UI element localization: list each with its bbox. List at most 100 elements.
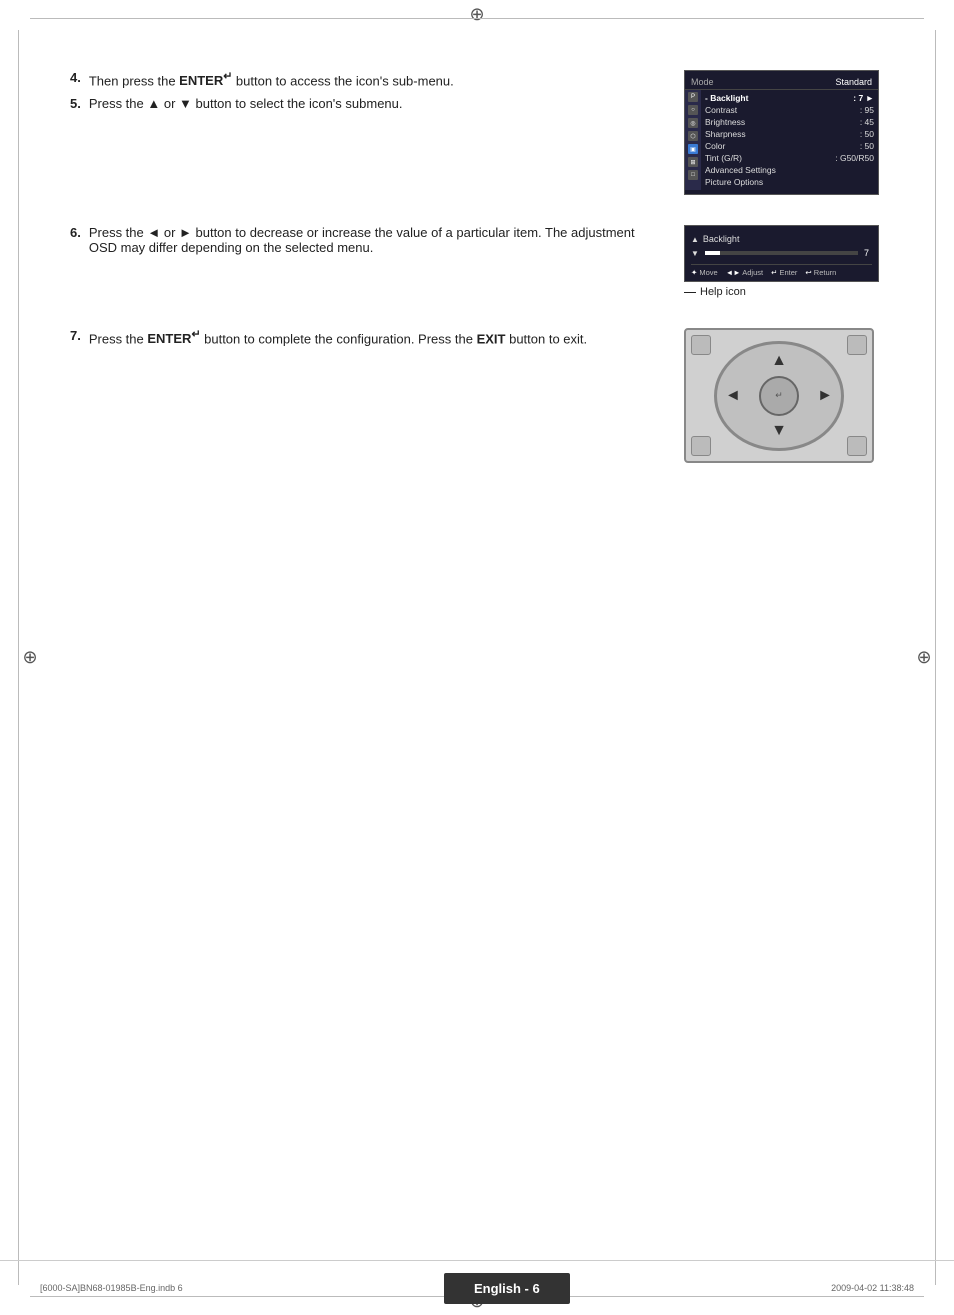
osd-icon-7: □ [688, 170, 698, 180]
step-6-body: Press the ◄ or ► button to decrease or i… [89, 225, 664, 255]
osd-contrast-value: : 95 [860, 105, 874, 115]
osd-brightness-value: : 45 [860, 117, 874, 127]
osd-sharpness-label: Sharpness [705, 129, 746, 139]
enter-bold-4: ENTER↵ [179, 73, 232, 88]
osd-menu-widget: Mode Standard P ○ ◎ ⬡ ▣ ⊞ □ [684, 70, 879, 195]
step-4-5-section: 4. Then press the ENTER↵ button to acces… [70, 70, 884, 195]
osd-color-value: : 50 [860, 141, 874, 151]
osd-mode-label: Mode [691, 77, 714, 87]
osd-icon-2: ○ [688, 105, 698, 115]
step-4-5-text: 4. Then press the ENTER↵ button to acces… [70, 70, 684, 117]
osd-item-advanced: Advanced Settings [705, 164, 874, 176]
osd-item-contrast: Contrast : 95 [705, 104, 874, 116]
remote-corner-bl [691, 436, 711, 456]
osd-item-tint: Tint (G/R) : G50/R50 [705, 152, 874, 164]
help-icon-caption: Help icon [684, 286, 884, 298]
osd-mode-value: Standard [835, 77, 872, 87]
border-right [935, 30, 936, 1285]
border-left [18, 30, 19, 1285]
remote-control-image: ▲ ▼ ◄ ► ↵ [684, 328, 874, 463]
step-5-line: 5. Press the ▲ or ▼ button to select the… [70, 96, 664, 111]
osd-tint-label: Tint (G/R) [705, 153, 742, 163]
osd-icon-6: ⊞ [688, 157, 698, 167]
backlight-slider-filled [705, 251, 720, 255]
step-4-text: Then press the ENTER↵ button to access t… [89, 70, 454, 88]
osd-item-sharpness: Sharpness : 50 [705, 128, 874, 140]
backlight-slider-section: ▲ Backlight ▼ 7 ✦ Move ◄► Adjust ↵ Enter… [684, 225, 884, 298]
remote-enter-icon: ↵ [775, 390, 783, 401]
move-icon: ✦ [691, 268, 697, 277]
step-7-section: 7. Press the ENTER↵ button to complete t… [70, 328, 884, 463]
osd-backlight-label: - Backlight [705, 93, 748, 103]
reg-mark-top-center: ⊕ [467, 4, 487, 24]
remote-image-section: ▲ ▼ ◄ ► ↵ [684, 328, 884, 463]
step-7-text: 7. Press the ENTER↵ button to complete t… [70, 328, 684, 352]
border-top [30, 18, 924, 19]
osd-advanced-label: Advanced Settings [705, 165, 776, 175]
step-7-number: 7. [70, 328, 81, 343]
backlight-slider-value: 7 [864, 248, 872, 258]
footer-right-text: 2009-04-02 11:38:48 [831, 1283, 914, 1293]
osd-items-column: - Backlight : 7 ► Contrast : 95 Brightne… [701, 90, 878, 190]
remote-right-arrow-icon: ► [817, 387, 833, 405]
remote-corner-tl [691, 335, 711, 355]
main-content: 4. Then press the ENTER↵ button to acces… [30, 30, 924, 1255]
backlight-help-bar: ✦ Move ◄► Adjust ↵ Enter ↩ Return [691, 264, 872, 277]
backlight-label-row: ▲ Backlight [691, 234, 872, 244]
osd-brightness-label: Brightness [705, 117, 745, 127]
footer-page-label: English - 6 [444, 1273, 570, 1304]
osd-backlight-value: : 7 ► [853, 93, 874, 103]
step-5-number: 5. [70, 96, 81, 111]
adjust-icon: ◄► [726, 268, 741, 277]
osd-icon-4: ⬡ [688, 131, 698, 141]
help-adjust: ◄► Adjust [726, 268, 763, 277]
osd-contrast-label: Contrast [705, 105, 737, 115]
step-7-body: Press the ENTER↵ button to complete the … [89, 328, 587, 346]
step-7-line: 7. Press the ENTER↵ button to complete t… [70, 328, 664, 346]
osd-tint-value: : G50/R50 [835, 153, 874, 163]
exit-bold-7: EXIT [477, 331, 506, 346]
backlight-down-arrow-icon: ▼ [691, 249, 699, 258]
enter-sup-7: ↵ [191, 329, 200, 341]
help-return: ↩ Return [805, 268, 836, 277]
remote-dpad: ▲ ▼ ◄ ► ↵ [714, 341, 844, 451]
remote-up-arrow-icon: ▲ [771, 352, 787, 370]
osd-item-picture: Picture Options [705, 176, 874, 188]
enter-sup-4: ↵ [223, 71, 232, 83]
osd-icon-5-active: ▣ [688, 144, 698, 154]
osd-icons-column: P ○ ◎ ⬡ ▣ ⊞ □ [685, 90, 701, 190]
osd-menu-image: Mode Standard P ○ ◎ ⬡ ▣ ⊞ □ [684, 70, 884, 195]
enter-icon: ↵ [771, 268, 777, 277]
backlight-slider-row: ▼ 7 [691, 248, 872, 258]
osd-item-color: Color : 50 [705, 140, 874, 152]
osd-item-brightness: Brightness : 45 [705, 116, 874, 128]
remote-down-arrow-icon: ▼ [771, 422, 787, 440]
help-caption-text: Help icon [700, 286, 746, 298]
remote-center-button: ↵ [759, 376, 799, 416]
return-icon: ↩ [805, 268, 811, 277]
backlight-up-arrow-icon: ▲ [691, 235, 699, 244]
osd-sharpness-value: : 50 [860, 129, 874, 139]
step-4-number: 4. [70, 70, 81, 85]
help-line-decoration [684, 292, 696, 293]
footer-left-text: [6000-SA]BN68-01985B-Eng.indb 6 [40, 1283, 183, 1293]
osd-menu-header: Mode Standard [685, 75, 878, 90]
help-move: ✦ Move [691, 268, 718, 277]
step-6-number: 6. [70, 225, 81, 240]
remote-left-arrow-icon: ◄ [725, 387, 741, 405]
remote-corner-tr [847, 335, 867, 355]
step-4-line: 4. Then press the ENTER↵ button to acces… [70, 70, 664, 88]
osd-menu-body: P ○ ◎ ⬡ ▣ ⊞ □ - Backlight : 7 ► [685, 90, 878, 190]
step-6-text: 6. Press the ◄ or ► button to decrease o… [70, 225, 684, 261]
osd-icon-1: P [688, 92, 698, 102]
backlight-slider-track [705, 251, 858, 255]
osd-color-label: Color [705, 141, 725, 151]
backlight-label-text: Backlight [703, 234, 740, 244]
backlight-osd-widget: ▲ Backlight ▼ 7 ✦ Move ◄► Adjust ↵ Enter… [684, 225, 879, 282]
step-6-line: 6. Press the ◄ or ► button to decrease o… [70, 225, 664, 255]
page-footer: [6000-SA]BN68-01985B-Eng.indb 6 English … [0, 1260, 954, 1315]
enter-bold-7: ENTER↵ [147, 331, 200, 346]
osd-picture-label: Picture Options [705, 177, 763, 187]
osd-item-backlight: - Backlight : 7 ► [705, 92, 874, 104]
step-6-section: 6. Press the ◄ or ► button to decrease o… [70, 225, 884, 298]
